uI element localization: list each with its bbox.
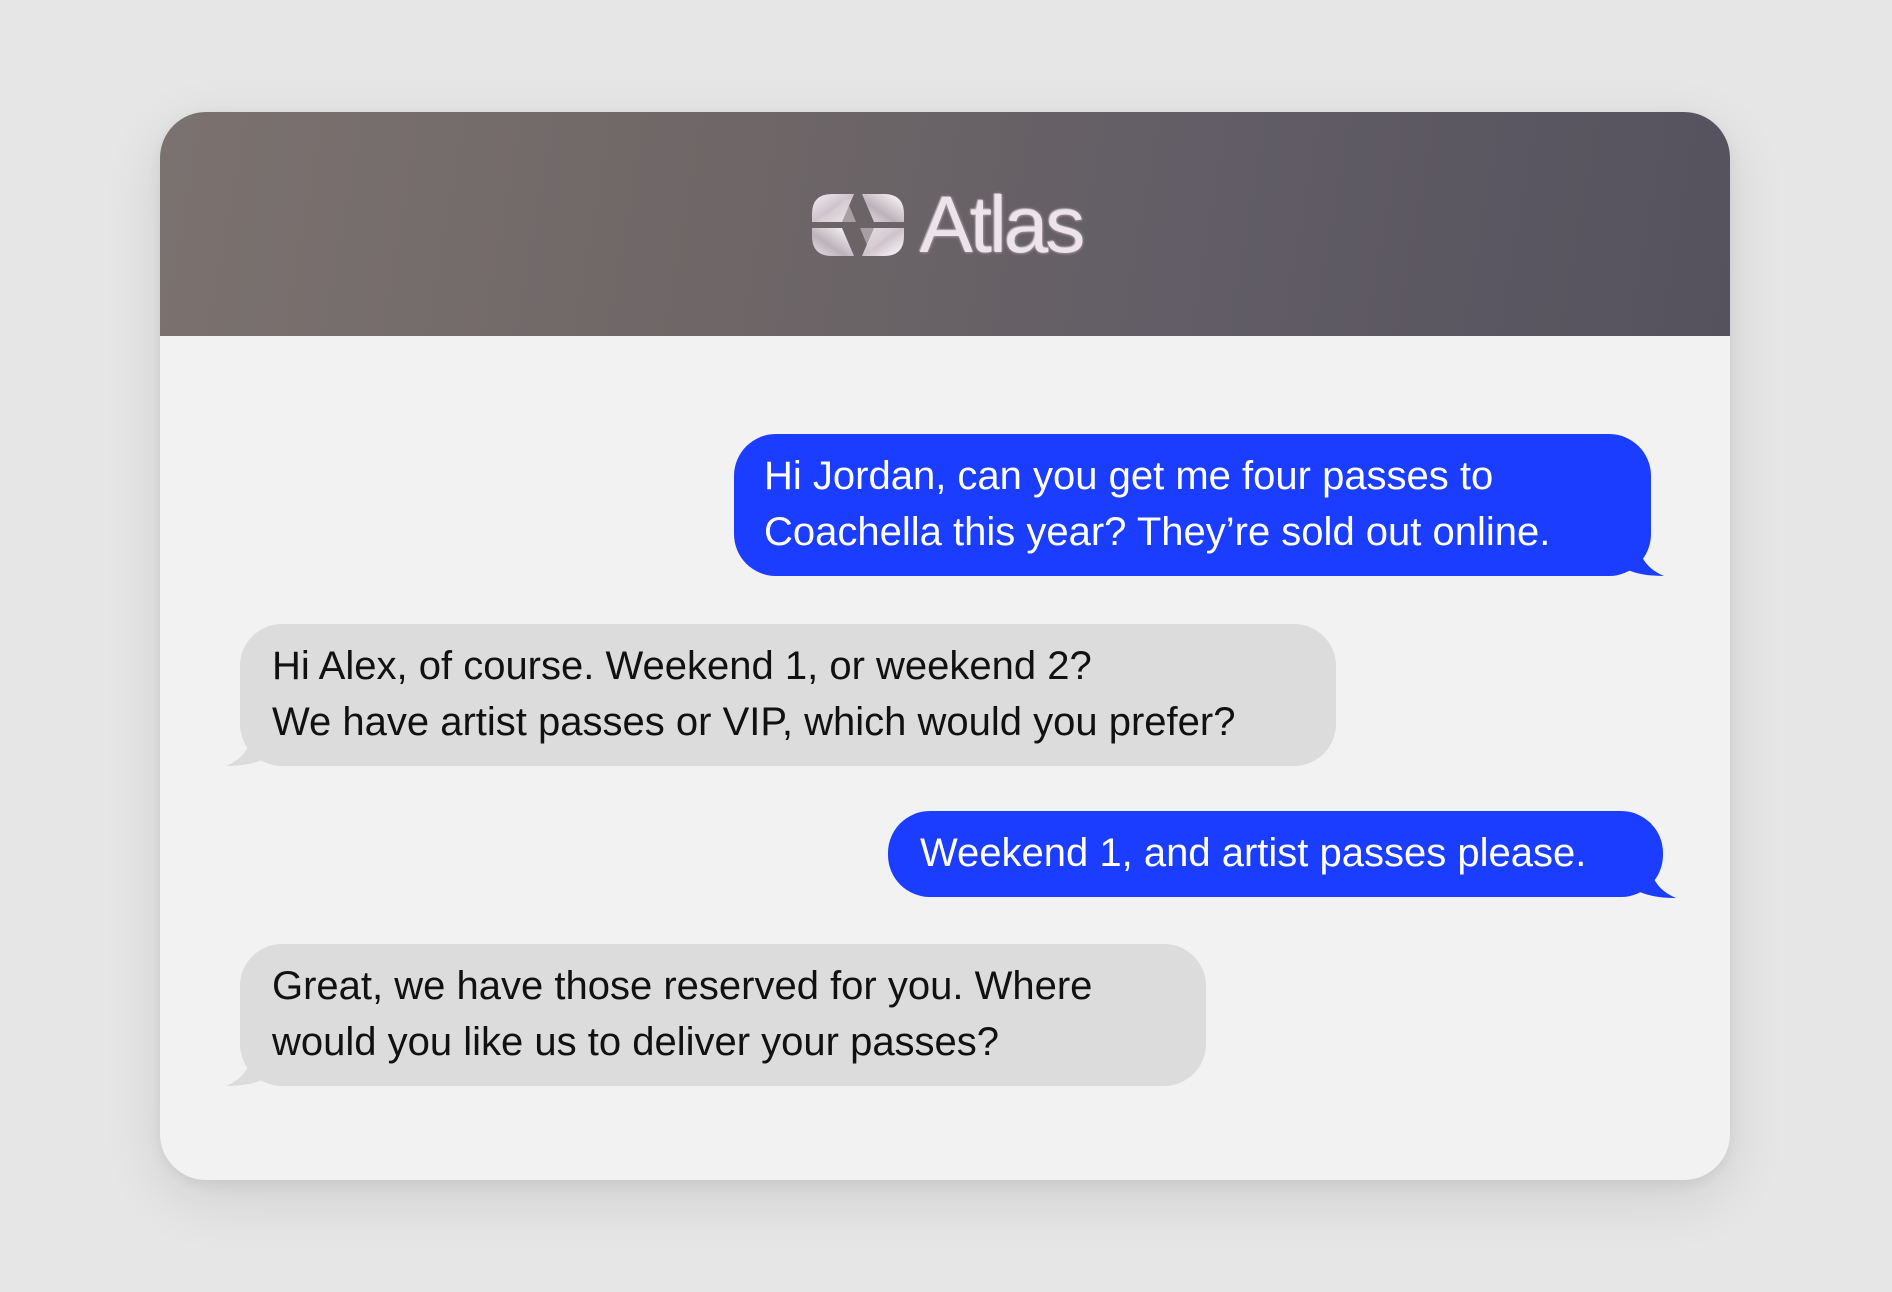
message-text: Hi Alex, of course. Weekend 1, or weeken… xyxy=(272,644,1092,688)
message-bubble-outgoing: Weekend 1, and artist passes please. xyxy=(888,811,1663,897)
bubble-tail-outgoing xyxy=(1636,864,1676,898)
message-text: Weekend 1, and artist passes please. xyxy=(920,831,1587,875)
message-text: would you like us to deliver your passes… xyxy=(272,1020,1000,1064)
bubble-tail-outgoing xyxy=(1624,542,1664,576)
chat-header: Atlas xyxy=(160,112,1730,336)
brand-logo: Atlas xyxy=(160,180,1730,270)
message-list: Hi Jordan, can you get me four passes to… xyxy=(160,336,1730,1180)
bubble-tail-incoming xyxy=(226,732,266,766)
message-text: Coachella this year? They’re sold out on… xyxy=(764,510,1551,554)
message-text: Hi Jordan, can you get me four passes to xyxy=(764,454,1494,498)
message-bubble-incoming: Great, we have those reserved for you. W… xyxy=(240,944,1206,1086)
message-text: We have artist passes or VIP, which woul… xyxy=(272,700,1236,744)
bubble-tail-incoming xyxy=(226,1052,266,1086)
atlas-logo-icon xyxy=(811,194,904,256)
chat-window: Atlas Hi Jordan, can you get me four pas… xyxy=(160,112,1730,1180)
brand-name: Atlas xyxy=(919,180,1086,269)
message-text: Great, we have those reserved for you. W… xyxy=(272,964,1093,1008)
message-bubble-outgoing: Hi Jordan, can you get me four passes to… xyxy=(734,434,1651,576)
message-bubble-incoming: Hi Alex, of course. Weekend 1, or weeken… xyxy=(240,624,1336,766)
